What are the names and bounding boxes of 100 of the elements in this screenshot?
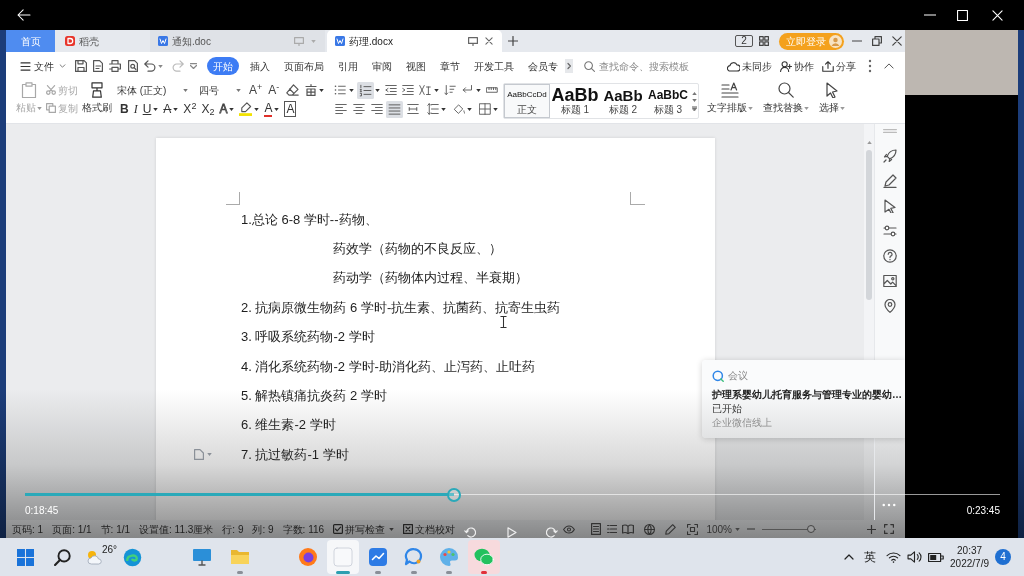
select-button[interactable]: 选择 <box>819 82 845 114</box>
caret-icon[interactable] <box>319 88 325 92</box>
image-icon[interactable] <box>883 274 897 288</box>
character-border-button[interactable]: A <box>284 101 297 117</box>
sort-icon[interactable] <box>444 84 456 96</box>
font-size-dropdown[interactable]: 四号 <box>193 82 243 98</box>
monitor-icon[interactable] <box>192 547 212 567</box>
close-icon[interactable] <box>892 36 902 46</box>
page-view-icon[interactable] <box>591 523 602 535</box>
zoom-level-button[interactable]: 100% <box>706 521 740 537</box>
decrease-indent-icon[interactable] <box>385 84 397 96</box>
weather-temperature[interactable]: 26° <box>102 544 118 555</box>
rotate-left-icon[interactable] <box>464 527 476 538</box>
italic-button[interactable]: I <box>133 102 138 116</box>
ribbon-tab[interactable]: 开始 <box>207 57 239 75</box>
list-icon[interactable] <box>607 524 618 534</box>
export-pdf-icon[interactable] <box>92 60 104 72</box>
ribbon-tab[interactable]: 章节 <box>433 57 467 75</box>
subscript-button[interactable]: X$_{2}$ <box>201 102 215 116</box>
caret-icon[interactable] <box>493 107 498 111</box>
numbered-list-icon[interactable] <box>357 81 374 99</box>
save-icon[interactable] <box>75 60 87 72</box>
sync-status-button[interactable]: 未同步 <box>727 58 772 74</box>
chart-app-icon[interactable] <box>368 547 388 567</box>
notification-badge[interactable]: 4 <box>995 549 1011 565</box>
font-family-dropdown[interactable]: 宋体 (正文) <box>114 82 190 98</box>
location-pin-icon[interactable] <box>884 299 896 313</box>
ribbon-tab[interactable]: 开发工具 <box>467 57 521 75</box>
ribbon-tab[interactable]: 页面布局 <box>277 57 331 75</box>
scroll-up-icon[interactable] <box>691 91 697 95</box>
caret-icon[interactable] <box>467 107 472 111</box>
style-option[interactable]: AaBbCcDd 正文 <box>504 84 550 118</box>
checkbox-icon[interactable] <box>333 524 344 534</box>
eye-icon[interactable] <box>563 524 576 534</box>
scrollbar-thumb[interactable] <box>866 150 872 300</box>
file-menu[interactable]: 文件 <box>20 58 66 74</box>
speaker-icon[interactable] <box>907 551 923 563</box>
rotate-right-icon[interactable] <box>546 527 558 538</box>
style-option[interactable]: AaBb 标题 1 <box>550 84 600 118</box>
undo-icon[interactable] <box>144 60 156 72</box>
book-icon[interactable] <box>622 524 635 534</box>
caret-icon[interactable] <box>254 107 260 111</box>
chat-bubble-icon[interactable] <box>404 547 424 567</box>
browser-icon[interactable] <box>298 547 318 567</box>
grow-font-button[interactable]: A$^{+}$ <box>249 83 263 97</box>
ribbon-tab[interactable]: 会员专 <box>521 57 565 75</box>
input-method-indicator[interactable]: 英 <box>864 550 877 564</box>
caret-icon[interactable] <box>434 88 439 92</box>
sliders-icon[interactable] <box>883 224 897 238</box>
highlighter-icon[interactable] <box>239 102 253 116</box>
borders-icon[interactable] <box>479 103 491 115</box>
find-replace-button[interactable]: 查找替换 <box>763 82 809 114</box>
return-arrow-icon[interactable] <box>461 84 473 96</box>
style-option[interactable]: AaBb 标题 2 <box>600 84 646 118</box>
ribbon-tab[interactable]: 引用 <box>331 57 365 75</box>
zoom-slider[interactable] <box>762 524 816 534</box>
collaborate-button[interactable]: 协作 <box>780 58 814 74</box>
document-tab[interactable]: 稻壳 <box>57 30 148 52</box>
cross-letters-icon[interactable] <box>419 84 431 96</box>
grid-icon[interactable] <box>759 36 769 46</box>
chevron-right-icon[interactable] <box>565 59 573 73</box>
globe-icon[interactable] <box>644 523 656 535</box>
pen-icon[interactable] <box>883 174 897 188</box>
style-option[interactable]: AaBbC 标题 3 <box>646 84 690 118</box>
caret-icon[interactable] <box>229 107 235 111</box>
command-search-field[interactable]: 查找命令、搜索模板 <box>599 58 699 74</box>
wifi-icon[interactable] <box>886 551 902 563</box>
progress-thumb[interactable] <box>447 488 461 502</box>
search-icon[interactable] <box>53 548 71 566</box>
pointer-icon[interactable] <box>884 199 896 213</box>
document-tab[interactable]: 药理.docx <box>327 30 502 52</box>
eraser-icon[interactable] <box>286 84 300 96</box>
zoom-in-icon[interactable] <box>867 524 876 534</box>
line-spacing-icon[interactable] <box>427 103 439 115</box>
plus-icon[interactable] <box>508 36 518 46</box>
ribbon-tab[interactable]: 审阅 <box>365 57 399 75</box>
more-options-icon[interactable] <box>882 503 896 507</box>
strikethrough-button[interactable]: A <box>163 102 172 116</box>
file-icon[interactable] <box>194 449 204 460</box>
caret-icon[interactable] <box>274 107 280 111</box>
distribute-icon[interactable] <box>406 103 419 115</box>
font-color-button[interactable]: A <box>264 101 273 117</box>
caret-icon[interactable] <box>153 107 159 111</box>
scroll-down-icon[interactable] <box>691 98 697 102</box>
progress-track[interactable] <box>25 488 1000 502</box>
ribbon-tab[interactable]: 插入 <box>243 57 277 75</box>
ruler-icon[interactable] <box>486 84 498 96</box>
play-icon[interactable] <box>507 527 517 538</box>
caret-icon[interactable] <box>349 88 354 92</box>
align-left-icon[interactable] <box>334 103 347 115</box>
clock-date[interactable]: 2022/7/9 <box>950 557 989 570</box>
paint-bucket-icon[interactable] <box>453 103 465 115</box>
battery-icon[interactable] <box>928 551 945 563</box>
zoom-slider-thumb[interactable] <box>806 525 815 533</box>
text-effect-button[interactable]: A <box>219 102 228 116</box>
maximize-icon[interactable] <box>957 9 968 21</box>
align-right-icon[interactable] <box>370 103 383 115</box>
help-icon[interactable] <box>883 249 897 263</box>
justify-icon[interactable] <box>386 100 403 118</box>
fit-window-icon[interactable] <box>687 523 699 535</box>
